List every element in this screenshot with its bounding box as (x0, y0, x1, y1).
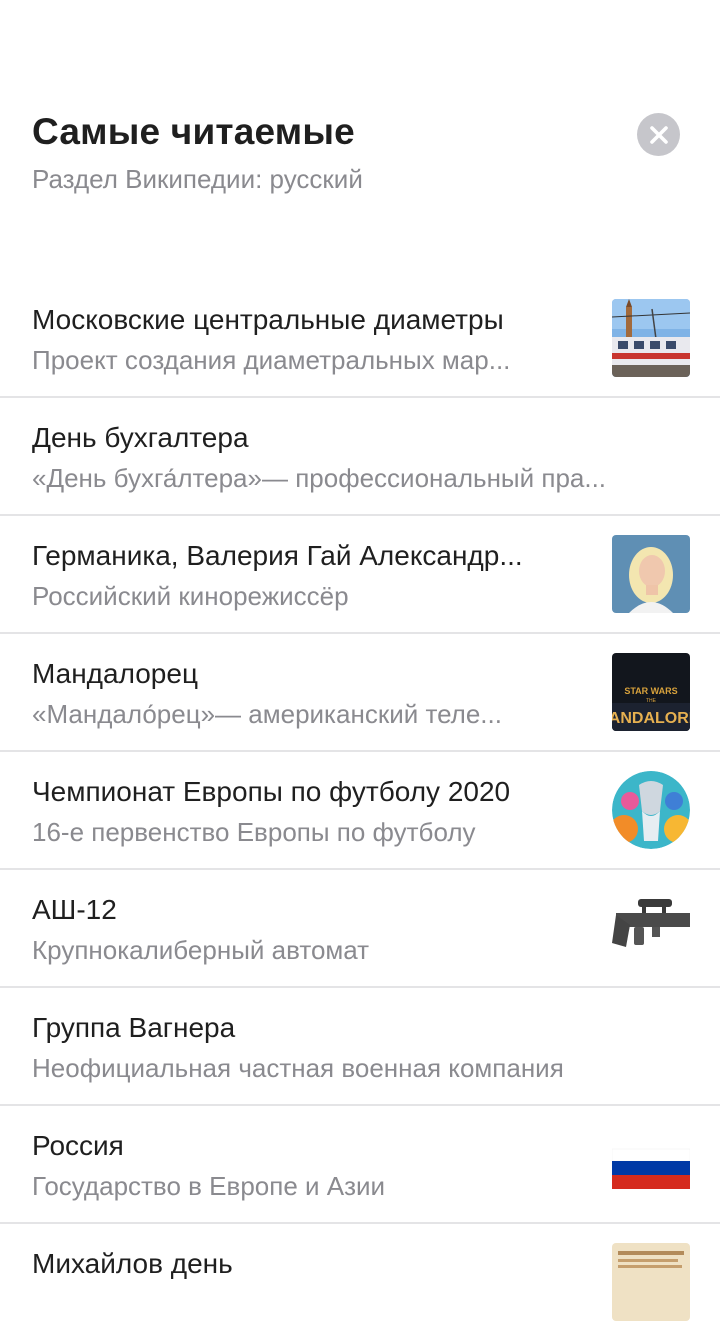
list-item[interactable]: Россия Государство в Европе и Азии (0, 1106, 720, 1224)
article-title: Михайлов день (32, 1248, 233, 1279)
article-description: 16-е первенство Европы по футболу (32, 817, 476, 847)
article-thumbnail (612, 889, 690, 967)
article-thumbnail (612, 1125, 690, 1203)
article-description: Российский кинорежиссёр (32, 581, 349, 611)
article-title: Германика, Валерия Гай Александр... (32, 540, 523, 571)
list-item-text: Германика, Валерия Гай Александр... Росс… (32, 536, 582, 616)
list-item[interactable]: АШ-12 Крупнокалиберный автомат (0, 870, 720, 988)
close-button[interactable] (637, 113, 680, 156)
header: Самые читаемые Раздел Википедии: русский (32, 108, 652, 196)
list-item[interactable]: Московские центральные диаметры Проект с… (0, 280, 720, 398)
article-title: Группа Вагнера (32, 1012, 236, 1043)
list-item-text: АШ-12 Крупнокалиберный автомат (32, 890, 592, 970)
article-description: Проект создания диаметральных мар... (32, 345, 511, 375)
article-title: АШ-12 (32, 894, 117, 925)
poster-subtitle-text: THE (646, 698, 657, 704)
article-description: Неофициальная частная военная компания (32, 1053, 564, 1083)
page-title: Самые читаемые (32, 111, 355, 152)
list-item[interactable]: Чемпионат Европы по футболу 2020 16-е пе… (0, 752, 720, 870)
article-title: Мандалорец (32, 658, 198, 689)
page-subtitle: Раздел Википедии: русский (32, 164, 363, 194)
article-title: День бухгалтера (32, 422, 249, 453)
list-item-text: Чемпионат Европы по футболу 2020 16-е пе… (32, 772, 592, 852)
list-item-text: Михайлов день (32, 1244, 592, 1284)
article-title: Московские центральные диаметры (32, 304, 504, 335)
article-description: «День бухга́лтера»— профессиональный пра… (32, 463, 607, 493)
list-item-text: День бухгалтера «День бухга́лтера»— проф… (32, 418, 692, 498)
article-thumbnail (612, 771, 690, 849)
article-title: Россия (32, 1130, 124, 1161)
article-thumbnail: STAR WARS THE ANDALORI (612, 653, 690, 731)
list-item-text: Группа Вагнера Неофициальная частная вое… (32, 1008, 692, 1088)
list-item[interactable]: Германика, Валерия Гай Александр... Росс… (0, 516, 720, 634)
poster-title-text: ANDALORI (612, 710, 690, 727)
list-item[interactable]: Михайлов день (0, 1224, 720, 1340)
list-item[interactable]: Группа Вагнера Неофициальная частная вое… (0, 988, 720, 1106)
article-thumbnail (612, 299, 690, 377)
list-item[interactable]: День бухгалтера «День бухга́лтера»— проф… (0, 398, 720, 516)
article-thumbnail (612, 1243, 690, 1321)
poster-brand-text: STAR WARS (624, 686, 677, 696)
article-description: Государство в Европе и Азии (32, 1171, 386, 1201)
article-description: «Мандало́рец»— американский теле... (32, 699, 502, 729)
list-item-text: Россия Государство в Европе и Азии (32, 1126, 592, 1206)
list-item-text: Мандалорец «Мандало́рец»— американский т… (32, 654, 582, 734)
list-item-text: Московские центральные диаметры Проект с… (32, 300, 582, 380)
article-title: Чемпионат Европы по футболу 2020 (32, 776, 511, 807)
list-item[interactable]: Мандалорец «Мандало́рец»— американский т… (0, 634, 720, 752)
close-icon (649, 125, 668, 144)
article-description: Крупнокалиберный автомат (32, 935, 370, 965)
article-list: Московские центральные диаметры Проект с… (0, 280, 720, 1340)
article-thumbnail (612, 535, 690, 613)
